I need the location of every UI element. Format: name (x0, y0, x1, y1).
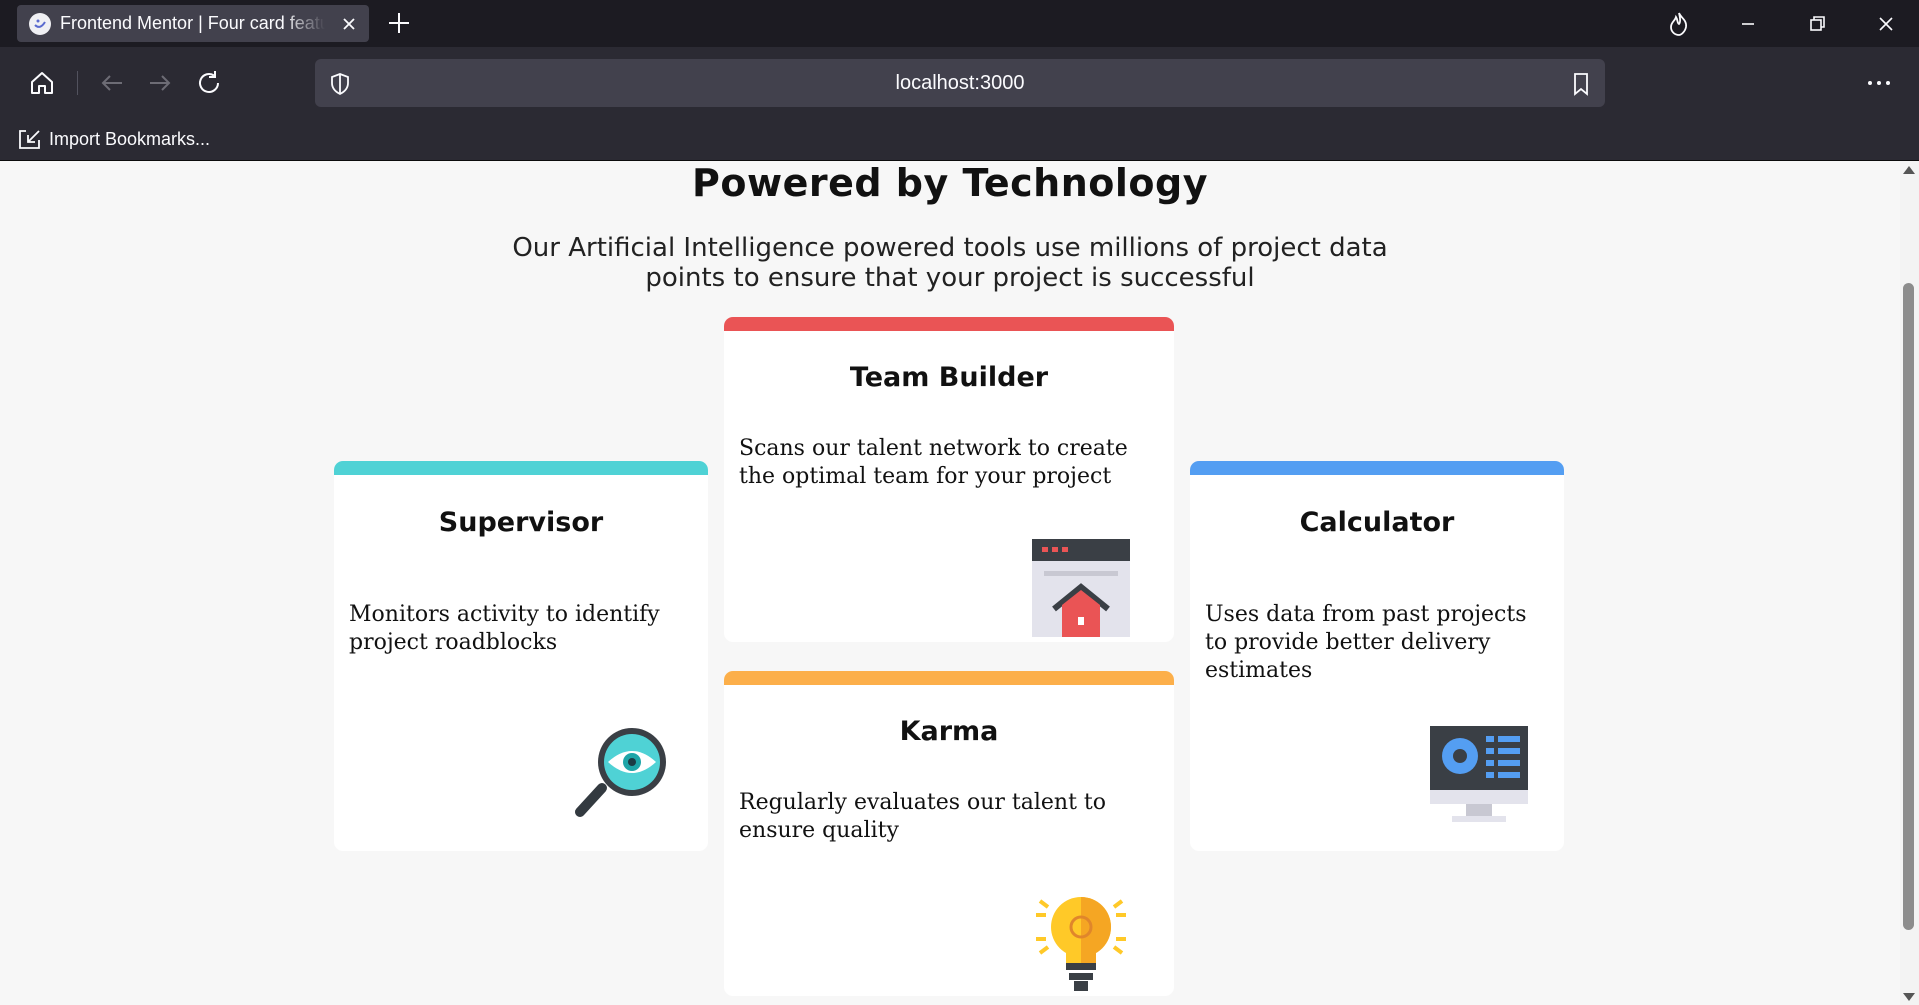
tab-favicon-icon (29, 12, 51, 35)
url-bar[interactable]: localhost:3000 (315, 59, 1605, 107)
bookmarks-bar: Import Bookmarks... (0, 119, 1919, 161)
card-text: Scans our talent network to create the o… (739, 436, 1128, 489)
browser-titlebar: Frontend Mentor | Four card feature sect… (0, 0, 1919, 47)
nav-divider (77, 71, 78, 95)
back-arrow-icon[interactable] (97, 68, 127, 98)
card-team-builder: Team Builder Scans our talent network to… (724, 317, 1174, 642)
import-icon (19, 130, 40, 149)
card-accent-bar (724, 671, 1174, 685)
browser-house-icon (1032, 539, 1130, 637)
monitor-chart-icon (1430, 726, 1528, 822)
scroll-up-arrow-icon[interactable] (1903, 166, 1915, 174)
card-title: Karma (899, 716, 999, 747)
new-tab-icon[interactable] (386, 10, 412, 36)
url-text[interactable]: localhost:3000 (315, 72, 1605, 95)
card-text: Uses data from past projects to provide … (1205, 602, 1527, 683)
browser-tab[interactable]: Frontend Mentor | Four card feature sect… (17, 5, 369, 42)
forward-arrow-icon[interactable] (145, 68, 175, 98)
home-icon[interactable] (27, 68, 57, 98)
page-subtitle: Our Artificial Intelligence powered tool… (512, 233, 1388, 293)
card-karma: Karma Regularly evaluates our talent to … (724, 671, 1174, 996)
import-bookmarks-label: Import Bookmarks... (49, 128, 211, 149)
import-bookmarks-button[interactable]: Import Bookmarks... (17, 127, 210, 151)
bookmark-star-icon[interactable] (1569, 71, 1593, 97)
card-accent-bar (1190, 461, 1564, 475)
page-viewport: Powered by Technology Our Artificial Int… (0, 161, 1900, 1005)
card-accent-bar (724, 317, 1174, 331)
card-title: Calculator (1299, 507, 1455, 538)
card-title: Team Builder (849, 362, 1049, 393)
scroll-down-arrow-icon[interactable] (1903, 993, 1915, 1001)
tab-close-icon[interactable] (339, 14, 359, 34)
restore-icon[interactable] (1803, 10, 1831, 38)
page-title: Powered by Technology (692, 161, 1208, 205)
card-title: Supervisor (438, 507, 604, 538)
scrollbar-thumb[interactable] (1903, 283, 1914, 930)
menu-dots-icon[interactable] (1864, 68, 1894, 98)
lightbulb-icon (1036, 897, 1126, 991)
magnifier-eye-icon (575, 728, 666, 817)
firefox-view-icon[interactable] (1665, 10, 1693, 38)
minimize-icon[interactable] (1734, 10, 1762, 38)
card-supervisor: Supervisor Monitors activity to identify… (334, 461, 708, 851)
card-accent-bar (334, 461, 708, 475)
browser-navbar: localhost:3000 (0, 47, 1919, 119)
close-window-icon[interactable] (1872, 10, 1900, 38)
card-calculator: Calculator Uses data from past projects … (1190, 461, 1564, 851)
reload-icon[interactable] (194, 68, 224, 98)
tab-title: Frontend Mentor | Four card feature sect… (60, 13, 325, 33)
card-text: Regularly evaluates our talent to ensure… (739, 790, 1107, 843)
card-text: Monitors activity to identify project ro… (349, 602, 660, 655)
